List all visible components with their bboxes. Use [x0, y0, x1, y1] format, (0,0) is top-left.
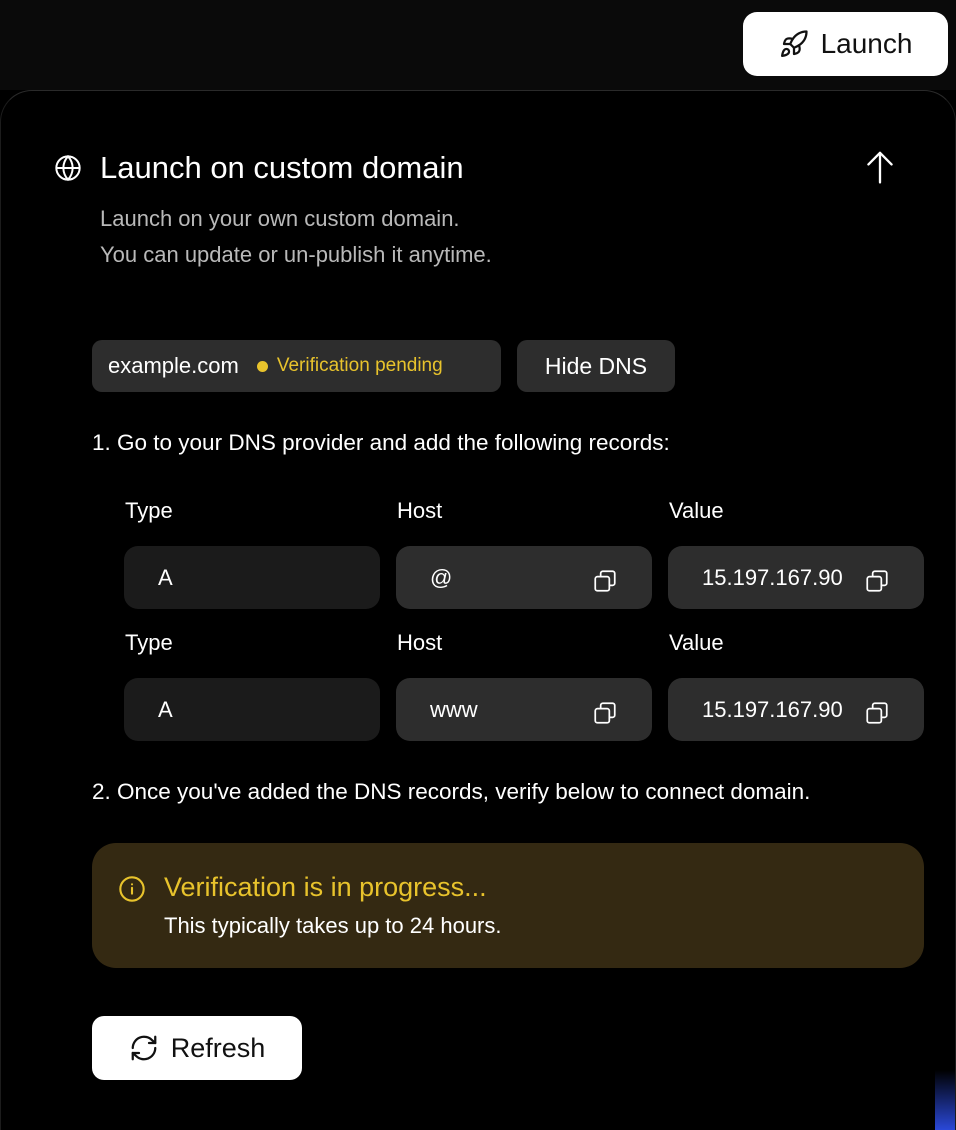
record-type-field: A — [124, 678, 380, 741]
status-dot — [256, 360, 268, 372]
copy-value-button[interactable] — [864, 568, 890, 594]
notice-title: Verification is in progress... — [164, 872, 487, 902]
host-column-label: Host — [397, 630, 443, 655]
notice-subtitle: This typically takes up to 24 hours. — [164, 913, 502, 938]
refresh-icon — [131, 1035, 157, 1061]
copy-icon — [594, 570, 616, 592]
section-title: Launch on custom domain — [100, 150, 464, 185]
record-type-value: A — [158, 564, 173, 590]
refresh-button-label: Refresh — [170, 1032, 266, 1063]
copy-icon — [866, 702, 888, 724]
type-column-label: Type — [125, 498, 173, 523]
section-subtitle-line1: Launch on your own custom domain. — [100, 206, 460, 231]
globe-icon — [55, 154, 81, 182]
record-host-value: @ — [430, 564, 453, 590]
domain-name: example.com — [108, 353, 239, 378]
domain-chip[interactable]: example.com Verification pending — [92, 340, 501, 392]
record-value-value: 15.197.167.90 — [702, 696, 843, 722]
type-column-label: Type — [125, 630, 173, 655]
copy-icon — [594, 702, 616, 724]
host-column-label: Host — [397, 498, 443, 523]
launch-button[interactable]: Launch — [743, 12, 948, 76]
copy-host-button[interactable] — [592, 700, 618, 726]
launch-button-label: Launch — [820, 28, 913, 59]
verification-notice: Verification is in progress... This typi… — [92, 843, 924, 968]
rocket-icon — [780, 30, 808, 57]
record-type-value: A — [158, 696, 173, 722]
record-host-value: www — [430, 696, 478, 722]
verification-status: Verification pending — [276, 355, 443, 376]
step-2-instruction: 2. Once you've added the DNS records, ve… — [92, 779, 811, 804]
info-icon — [119, 876, 145, 902]
value-column-label: Value — [669, 630, 724, 655]
section-subtitle-line2: You can update or un-publish it anytime. — [100, 242, 492, 267]
record-type-field: A — [124, 546, 380, 609]
copy-value-button[interactable] — [864, 700, 890, 726]
step-1-instruction: 1. Go to your DNS provider and add the f… — [92, 430, 670, 455]
record-value-value: 15.197.167.90 — [702, 564, 843, 590]
panel-corner-accent — [935, 1070, 955, 1130]
copy-host-button[interactable] — [592, 568, 618, 594]
copy-icon — [866, 570, 888, 592]
arrow-up-icon — [867, 151, 893, 184]
value-column-label: Value — [669, 498, 724, 523]
collapse-button[interactable] — [860, 145, 900, 189]
hide-dns-button[interactable]: Hide DNS — [517, 340, 675, 392]
refresh-button[interactable]: Refresh — [92, 1016, 302, 1080]
